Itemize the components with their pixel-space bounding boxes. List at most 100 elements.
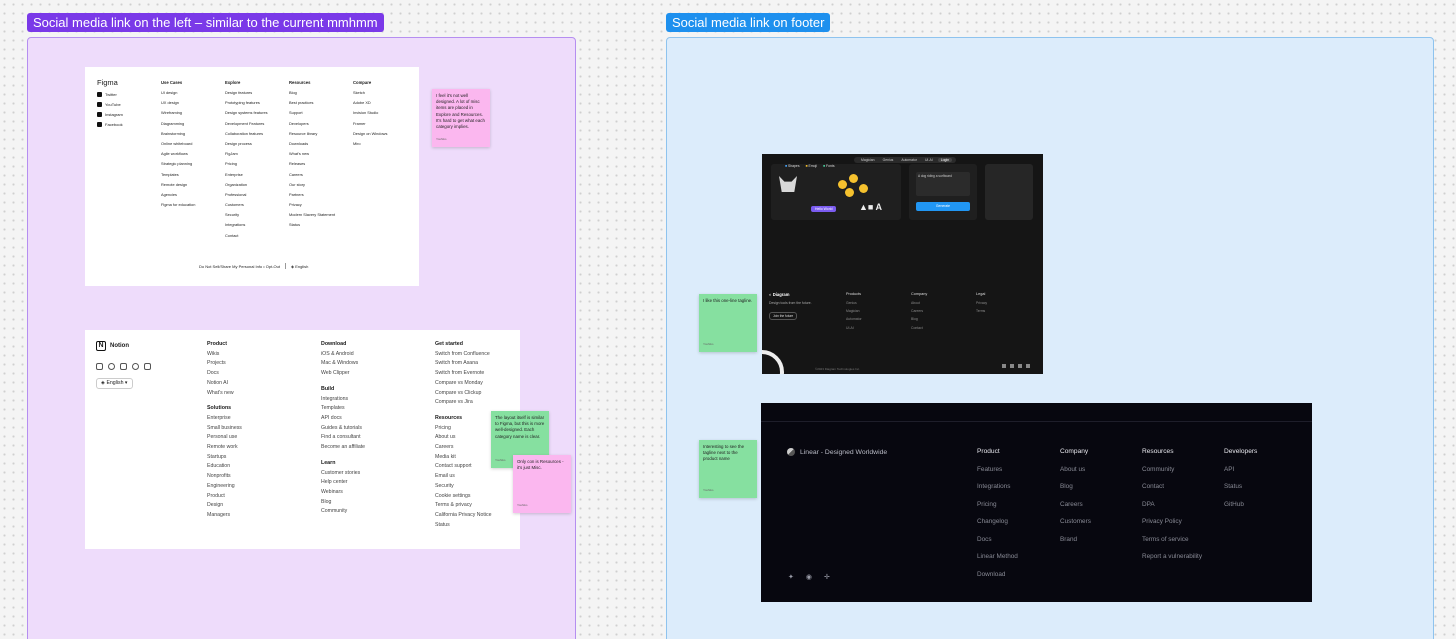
footer-link[interactable]: Integrations bbox=[225, 222, 268, 232]
nav-genius[interactable]: Genius bbox=[880, 158, 897, 162]
footer-link[interactable]: GitHub bbox=[1224, 501, 1257, 519]
footer-link[interactable]: Miro bbox=[353, 141, 387, 151]
footer-link[interactable]: Professional bbox=[225, 192, 268, 202]
footer-link[interactable]: Switch from Asana bbox=[435, 360, 492, 370]
footer-link[interactable]: Guides & tutorials bbox=[321, 425, 365, 435]
footer-link[interactable]: Docs bbox=[207, 370, 242, 380]
twitter-icon[interactable] bbox=[108, 363, 115, 370]
footer-link[interactable]: Privacy bbox=[289, 202, 335, 212]
footer-link[interactable]: Compare vs Monday bbox=[435, 380, 492, 390]
footer-link[interactable]: Framer bbox=[353, 121, 387, 131]
instagram-icon[interactable] bbox=[1010, 364, 1014, 368]
footer-link[interactable]: Personal use bbox=[207, 434, 242, 444]
footer-link[interactable]: Agencies bbox=[161, 192, 195, 202]
footer-link[interactable]: Blog bbox=[289, 90, 335, 100]
footer-link[interactable]: Collaboration features bbox=[225, 131, 268, 141]
footer-link[interactable]: Careers bbox=[435, 444, 492, 454]
footer-link[interactable]: Magician bbox=[846, 309, 862, 317]
footer-link[interactable]: Integrations bbox=[321, 396, 365, 406]
social-link-facebook[interactable]: Facebook bbox=[97, 119, 123, 129]
facebook-icon[interactable] bbox=[132, 363, 139, 370]
footer-link[interactable]: Blog bbox=[321, 499, 365, 509]
footer-link[interactable]: Terms of service bbox=[1142, 536, 1202, 554]
footer-link[interactable]: Contact bbox=[1142, 483, 1202, 501]
footer-link[interactable]: Integrations bbox=[977, 483, 1018, 501]
footer-link[interactable]: Brainstorming bbox=[161, 131, 195, 141]
footer-link[interactable]: What's new bbox=[207, 390, 242, 400]
notion-brand[interactable]: N Notion bbox=[96, 341, 129, 351]
footer-link[interactable]: Modern Slavery Statement bbox=[289, 212, 335, 222]
sticky-note-figma[interactable]: I feel it's not well designed. A lot of … bbox=[432, 89, 490, 147]
nav-login[interactable]: Login bbox=[937, 158, 953, 162]
privacy-optout-link[interactable]: Do Not Sell/Share My Personal Info • Opt… bbox=[199, 264, 280, 269]
footer-link[interactable]: Sketch bbox=[353, 90, 387, 100]
footer-link[interactable]: Terms bbox=[976, 309, 987, 317]
footer-link[interactable]: Product bbox=[207, 493, 242, 503]
footer-link[interactable]: Education bbox=[207, 463, 242, 473]
social-link-instagram[interactable]: Instagram bbox=[97, 109, 123, 119]
footer-link[interactable]: Pricing bbox=[225, 161, 268, 171]
footer-link[interactable]: About bbox=[911, 301, 927, 309]
footer-link[interactable]: Releases bbox=[289, 161, 335, 171]
footer-link[interactable]: Projects bbox=[207, 360, 242, 370]
footer-link[interactable]: Docs bbox=[977, 536, 1018, 554]
footer-link[interactable]: California Privacy Notice bbox=[435, 512, 492, 522]
footer-link[interactable]: Best practices bbox=[289, 100, 335, 110]
footer-link[interactable]: Design features bbox=[225, 90, 268, 100]
footer-link[interactable]: Design bbox=[207, 502, 242, 512]
footer-link[interactable]: Contact bbox=[911, 326, 927, 334]
footer-link[interactable]: About us bbox=[1060, 466, 1091, 484]
footer-link[interactable]: Report a vulnerability bbox=[1142, 553, 1202, 571]
footer-link[interactable]: Small business bbox=[207, 425, 242, 435]
footer-link[interactable]: Compare vs Jira bbox=[435, 399, 492, 409]
footer-link[interactable]: Status bbox=[1224, 483, 1257, 501]
footer-link[interactable]: Remote design bbox=[161, 182, 195, 192]
footer-link[interactable]: Security bbox=[435, 483, 492, 493]
github-icon[interactable] bbox=[1026, 364, 1030, 368]
footer-link[interactable]: Online whiteboard bbox=[161, 141, 195, 151]
footer-link[interactable]: Features bbox=[977, 466, 1018, 484]
footer-link[interactable]: Careers bbox=[911, 309, 927, 317]
footer-link[interactable]: Managers bbox=[207, 512, 242, 522]
footer-link[interactable]: Webinars bbox=[321, 489, 365, 499]
footer-link[interactable]: Linear Method bbox=[977, 553, 1018, 571]
footer-link[interactable]: UI-AI bbox=[846, 326, 862, 334]
footer-link[interactable]: Switch from Confluence bbox=[435, 351, 492, 361]
footer-link[interactable]: Remote work bbox=[207, 444, 242, 454]
footer-link[interactable]: Customer stories bbox=[321, 470, 365, 480]
sticky-note-diagram[interactable]: I like this one-line tagline. Yoshiko bbox=[699, 294, 757, 352]
footer-link[interactable]: Organization bbox=[225, 182, 268, 192]
footer-link[interactable]: Status bbox=[289, 222, 335, 232]
diagram-brand[interactable]: ◐ Diagram bbox=[769, 292, 789, 297]
footer-link[interactable]: Compare vs Clickup bbox=[435, 390, 492, 400]
footer-link[interactable]: About us bbox=[435, 434, 492, 444]
language-selector[interactable]: ◈ English bbox=[291, 264, 308, 269]
footer-link[interactable]: Startups bbox=[207, 454, 242, 464]
notion-language-button[interactable]: ◈ English ▾ bbox=[96, 378, 133, 389]
footer-link[interactable]: Find a consultant bbox=[321, 434, 365, 444]
footer-link[interactable]: Community bbox=[1142, 466, 1202, 484]
footer-link[interactable]: Resource library bbox=[289, 131, 335, 141]
hello-world-button[interactable]: Hello World bbox=[811, 206, 837, 212]
footer-link[interactable]: Strategic planning bbox=[161, 161, 195, 171]
sticky-note-linear[interactable]: Interesting to see the tagline next to t… bbox=[699, 440, 757, 498]
footer-link[interactable]: API docs bbox=[321, 415, 365, 425]
footer-link[interactable]: Contact bbox=[225, 233, 268, 243]
footer-link[interactable]: Templates bbox=[161, 172, 195, 182]
footer-link[interactable]: Cookie settings bbox=[435, 493, 492, 503]
footer-link[interactable]: Mac & Windows bbox=[321, 360, 365, 370]
slack-icon[interactable]: ✛ bbox=[824, 573, 830, 581]
youtube-icon[interactable] bbox=[144, 363, 151, 370]
nav-magician[interactable]: Magician bbox=[858, 158, 878, 162]
footer-link[interactable]: Notion AI bbox=[207, 380, 242, 390]
github-icon[interactable]: ◉ bbox=[806, 573, 812, 581]
footer-link[interactable]: Become an affiliate bbox=[321, 444, 365, 454]
footer-link[interactable]: Privacy bbox=[976, 301, 987, 309]
sticky-note-notion-pink[interactable]: Only con is Resources - it's just Misc. … bbox=[513, 455, 571, 513]
footer-link[interactable]: Customers bbox=[225, 202, 268, 212]
footer-link[interactable]: Design systems features bbox=[225, 110, 268, 120]
footer-link[interactable]: Design process bbox=[225, 141, 268, 151]
footer-link[interactable]: Genius bbox=[846, 301, 862, 309]
twitter-icon[interactable] bbox=[1002, 364, 1006, 368]
footer-link[interactable]: Privacy Policy bbox=[1142, 518, 1202, 536]
